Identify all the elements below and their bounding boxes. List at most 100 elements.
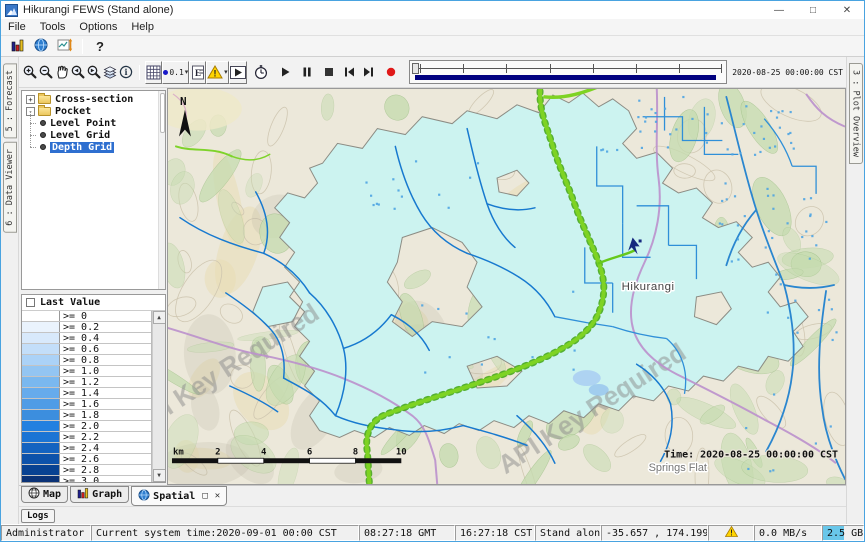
scroll-down-icon[interactable]: ▼ (153, 469, 166, 482)
legend-row[interactable]: >= 0.2 (22, 322, 151, 333)
legend-row[interactable]: >= 2.2 (22, 432, 151, 443)
tree-scroll-thumb[interactable] (160, 93, 165, 133)
legend-swatch (22, 432, 60, 442)
legend-swatch (22, 443, 60, 453)
first-frame-button[interactable] (341, 61, 357, 84)
tab-forecast[interactable]: 5 : Forecast (3, 63, 17, 138)
contour-interval-dropdown[interactable]: 0.1 ▾ (162, 61, 189, 84)
legend-swatch (22, 410, 60, 420)
legend-row[interactable]: >= 1.8 (22, 410, 151, 421)
tree-item-cross-section[interactable]: + Cross-section (22, 93, 165, 105)
legend-swatch (22, 344, 60, 354)
grid-display-button[interactable] (145, 61, 162, 84)
tab-maximize-icon[interactable]: □ (202, 491, 207, 501)
stop-icon (322, 65, 336, 79)
legend-icon: E (191, 65, 205, 80)
timeseries-display-button[interactable] (53, 37, 77, 56)
status-warning-segment[interactable]: ! (708, 525, 754, 541)
spatial-display-button[interactable] (29, 37, 53, 56)
map-canvas[interactable]: API Key Required API Key Required (167, 88, 846, 485)
legend-row[interactable]: >= 2.0 (22, 421, 151, 432)
warning-layer-dropdown[interactable]: ! ▾ (206, 61, 229, 84)
legend-row[interactable]: >= 0.8 (22, 355, 151, 366)
tree-item-pocket[interactable]: - Pocket (22, 105, 165, 117)
menu-bar: File Tools Options Help (1, 19, 864, 36)
legend-row[interactable]: >= 3.0 (22, 476, 151, 482)
legend-scrollbar[interactable]: ▲ ▼ (152, 311, 165, 482)
legend-row[interactable]: >= 2.6 (22, 454, 151, 465)
zoom-next-icon (86, 64, 102, 80)
legend-row[interactable]: >= 0.4 (22, 333, 151, 344)
info-button[interactable]: i (118, 61, 134, 84)
record-button[interactable] (383, 61, 399, 84)
tree-item-level-point[interactable]: Level Point (22, 117, 165, 129)
zoom-in-button[interactable] (22, 61, 38, 84)
legend-row[interactable]: >= 0.6 (22, 344, 151, 355)
tree-item-label-selected: Depth Grid (50, 142, 114, 153)
status-mode: Stand alone (535, 525, 601, 541)
zoom-out-button[interactable] (38, 61, 54, 84)
zoom-in-icon (22, 64, 38, 80)
close-button[interactable]: ✕ (830, 1, 864, 19)
legend-label: >= 2.6 (60, 454, 99, 464)
play-button[interactable] (277, 61, 293, 84)
tab-graph[interactable]: Graph (70, 486, 129, 503)
animation-timer-button[interactable] (253, 61, 269, 84)
status-memory: 2.5 GB (822, 525, 864, 541)
left-dock-strip: 5 : Forecast 6 : Data Viewer (1, 57, 19, 524)
database-viewer-button[interactable] (5, 37, 29, 56)
tree-scrollbar[interactable] (158, 91, 165, 289)
warning-icon: ! (207, 65, 223, 79)
scroll-up-icon[interactable]: ▲ (153, 311, 166, 324)
menu-tools[interactable]: Tools (33, 21, 73, 33)
layers-icon (102, 64, 118, 80)
legend-swatch (22, 355, 60, 365)
legend-row[interactable]: >= 2.8 (22, 465, 151, 476)
legend-toggle-button[interactable]: E (189, 61, 206, 84)
last-frame-button[interactable] (361, 61, 377, 84)
expand-icon[interactable]: + (26, 95, 35, 104)
menu-file[interactable]: File (1, 21, 33, 33)
legend-label: >= 3.0 (60, 476, 99, 482)
legend-row[interactable]: >= 1.2 (22, 377, 151, 388)
tab-close-icon[interactable]: ✕ (215, 491, 220, 501)
layers-button[interactable] (102, 61, 118, 84)
zoom-next-button[interactable] (86, 61, 102, 84)
maximize-button[interactable]: □ (796, 1, 830, 19)
legend-row[interactable]: >= 2.4 (22, 443, 151, 454)
time-slider[interactable] (409, 60, 727, 84)
time-tick (593, 64, 594, 73)
legend-row[interactable]: >= 1.6 (22, 399, 151, 410)
legend-row[interactable]: >= 1.4 (22, 388, 151, 399)
tree-item-level-grid[interactable]: Level Grid (22, 129, 165, 141)
help-button[interactable]: ? (88, 37, 112, 56)
legend-row[interactable]: >= 1.0 (22, 366, 151, 377)
svg-text:6: 6 (307, 447, 312, 457)
map-label-locality: Springs Flat (649, 462, 707, 474)
tab-map[interactable]: Map (21, 486, 68, 503)
logs-button[interactable]: Logs (21, 509, 55, 523)
tree-item-depth-grid[interactable]: Depth Grid (22, 141, 165, 153)
info-icon: i (118, 64, 134, 80)
zoom-previous-button[interactable] (70, 61, 86, 84)
menu-options[interactable]: Options (72, 21, 124, 33)
tab-plot-overview[interactable]: 3 : Plot Overview (849, 63, 863, 164)
title-bar[interactable]: Hikurangi FEWS (Stand alone) — □ ✕ (1, 1, 864, 19)
pause-button[interactable] (299, 61, 315, 84)
legend-row[interactable]: >= 0 (22, 311, 151, 322)
pan-button[interactable] (54, 61, 70, 84)
tree-item-label: Pocket (55, 106, 91, 117)
layer-tree: + Cross-section - Pocket Level Point (21, 90, 166, 290)
folder-icon (38, 107, 51, 116)
tab-data-viewer[interactable]: 6 : Data Viewer (3, 142, 17, 233)
animation-display-button[interactable] (229, 61, 247, 84)
minimize-button[interactable]: — (762, 1, 796, 19)
last-value-checkbox[interactable] (26, 298, 35, 307)
svg-text:!: ! (214, 69, 217, 79)
toolbar-separator (82, 39, 83, 54)
time-slider-handle[interactable] (412, 63, 419, 74)
stop-button[interactable] (321, 61, 337, 84)
menu-help[interactable]: Help (124, 21, 161, 33)
main-toolbar: ? (1, 36, 864, 57)
tab-spatial[interactable]: Spatial □ ✕ (131, 486, 227, 506)
